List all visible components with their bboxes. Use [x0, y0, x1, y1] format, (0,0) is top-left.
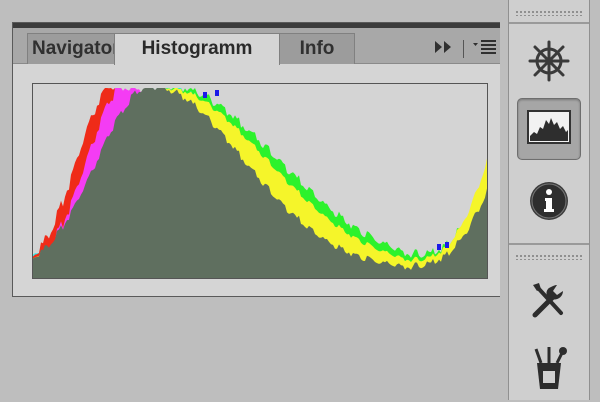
histogram-panel: Navigator Histogramm Info: [12, 22, 505, 297]
dock-divider: [509, 243, 589, 245]
histogram-svg: [33, 88, 487, 278]
dock-info-button[interactable]: [517, 172, 581, 234]
histogram-icon: [527, 109, 571, 149]
panel-dock: [500, 0, 600, 400]
dock-navigator-button[interactable]: [517, 32, 581, 94]
tab-navigator[interactable]: Navigator: [27, 33, 115, 64]
panel-menu-icon[interactable]: [472, 38, 498, 61]
info-icon: [528, 180, 570, 227]
tab-info[interactable]: Info: [279, 33, 355, 64]
expand-panels-icon[interactable]: [433, 39, 455, 60]
tab-histogram[interactable]: Histogramm: [114, 33, 280, 65]
blue-channel-peak: [445, 242, 449, 248]
blue-channel-peak: [203, 92, 207, 98]
dock-grip[interactable]: [515, 254, 583, 260]
blue-channel-peak: [437, 244, 441, 250]
dock-tools-button[interactable]: [517, 272, 581, 334]
brush-presets-icon: [527, 345, 571, 398]
dock-grip[interactable]: [515, 10, 583, 16]
dock-divider: [509, 22, 589, 24]
panel-tab-bar: Navigator Histogramm Info: [13, 28, 504, 65]
dock-histogram-button[interactable]: [517, 98, 581, 160]
tools-icon: [527, 279, 571, 328]
dock-column: [508, 0, 590, 400]
histogram-graph: [32, 83, 488, 279]
blue-channel-peak: [215, 90, 219, 96]
navigator-helm-icon: [527, 39, 571, 88]
toolbar-separator: [463, 40, 464, 58]
dock-brush-presets-button[interactable]: [517, 340, 581, 402]
panel-toolbar: [433, 34, 498, 64]
